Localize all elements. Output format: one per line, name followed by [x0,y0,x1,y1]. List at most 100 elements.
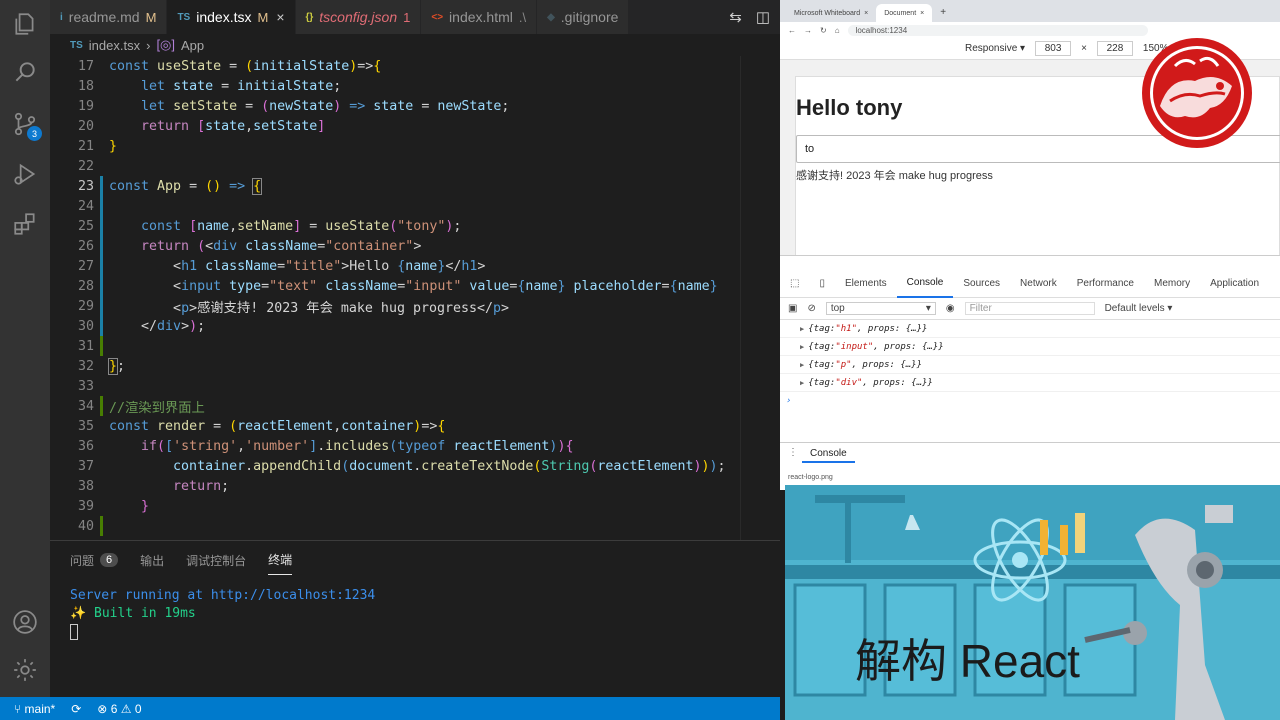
tab-index-tsx[interactable]: TS index.tsx M × [167,0,296,34]
close-icon[interactable]: × [864,10,868,17]
clear-console-icon[interactable]: ⊘ [807,303,815,314]
run-debug-icon[interactable] [0,150,50,198]
json-icon: {} [305,11,314,23]
warning-count: 0 [134,701,142,716]
tab-console[interactable]: Console [896,270,954,298]
status-bar: ⑂ main* ⟳ ⊗ 6 ⚠ 0 [0,697,780,720]
git-branch-icon: ⑂ [14,701,22,716]
tab-performance[interactable]: Performance [1067,270,1144,298]
tab-label: readme.md [68,9,140,25]
tab-terminal[interactable]: 终端 [268,551,293,575]
close-icon[interactable]: × [276,9,284,25]
inspect-icon[interactable]: ⬚ [780,270,809,298]
sync-icon[interactable]: ⟳ [71,702,81,716]
dimension-separator: × [1081,43,1087,54]
tab-readme[interactable]: i readme.md M [50,0,168,34]
console-log-entry[interactable]: ▶ {tag: "h1", props: {…}} [780,320,1280,338]
tab-network[interactable]: Network [1010,270,1067,298]
code-line: 28 <input type="text" className="input" … [50,276,740,296]
url-field[interactable]: localhost:1234 [847,24,1148,36]
tab-application[interactable]: Application [1200,270,1269,298]
browser-tab-label: Microsoft Whiteboard [794,9,861,17]
tab-problems[interactable]: 问题 6 [70,551,119,575]
explorer-icon[interactable] [0,0,50,48]
warning-icon: ⚠ [120,701,132,716]
device-mode-select[interactable]: Responsive ▾ [965,43,1025,54]
eye-icon[interactable]: ◉ [946,303,955,314]
tab-memory[interactable]: Memory [1144,270,1200,298]
tab-sources[interactable]: Sources [953,270,1010,298]
new-tab-icon[interactable]: + [932,7,954,22]
extensions-icon[interactable] [0,200,50,248]
code-line: 20 return [state,setState] [77,118,326,134]
console-toolbar: ▣ ⊘ top ▾ ◉ Filter Default levels ▾ [780,298,1280,320]
breadcrumb-symbol[interactable]: App [181,38,204,53]
source-control-icon[interactable]: 3 [0,100,50,148]
log-levels-select[interactable]: Default levels ▾ [1105,303,1173,314]
code-line: 34//渲染到界面上 [50,396,740,416]
console-prompt[interactable]: › [780,392,1280,410]
account-icon[interactable] [0,598,50,646]
code-line: 17 const useState = (initialState)=>{ [77,58,382,74]
papercut-seal-logo [1142,38,1252,148]
device-toggle-icon[interactable]: ▯ [809,270,835,298]
code-line: 31 [50,336,740,356]
panel-tab-bar: 问题 6 输出 调试控制台 终端 [50,541,780,575]
minimap[interactable] [740,56,780,540]
code-line: 21} [77,138,118,154]
search-icon[interactable] [0,48,50,96]
console-filter-input[interactable]: Filter [964,302,1095,315]
code-line: 24 [50,196,740,216]
tab-output[interactable]: 输出 [140,551,164,575]
browser-tab[interactable]: Microsoft Whiteboard × [786,4,876,22]
tab-error-badge: 1 [403,9,411,25]
activity-bar: 3 [0,0,50,697]
tab-tsconfig[interactable]: {} tsconfig.json 1 [295,0,422,34]
code-line: 18 let state = initialState; [77,78,342,94]
tab-label: 输出 [140,553,165,568]
breadcrumb-file[interactable]: index.tsx [89,38,140,53]
tab-index-html[interactable]: <> index.html .\ [421,0,538,34]
bottom-panel: 问题 6 输出 调试控制台 终端 Server running at http:… [50,540,780,697]
source-control-badge: 3 [27,126,42,141]
code-line: 30 </div>); [50,316,740,336]
code-line: 40 [50,516,740,536]
more-options-icon[interactable]: ⋮ [788,447,798,458]
home-icon[interactable]: ⌂ [835,26,840,35]
viewport-height-input[interactable]: 228 [1096,41,1133,56]
back-icon[interactable]: ← [788,26,796,35]
code-line: 36 if(['string','number'].includes(typeo… [77,438,574,454]
branch-indicator[interactable]: ⑂ main* [14,702,55,716]
code-line: 19 let setState = (newState) => state = … [77,98,510,114]
console-log-entry[interactable]: ▶ {tag: "input", props: {…}} [780,338,1280,356]
tab-elements[interactable]: Elements [835,270,897,298]
console-log-entry[interactable]: ▶ {tag: "div", props: {…}} [780,374,1280,392]
reload-icon[interactable]: ↻ [820,26,827,35]
browser-tab-active[interactable]: Document × [876,4,933,22]
tab-path-badge: .\ [518,9,527,25]
close-icon[interactable]: × [920,10,924,17]
terminal-cursor [70,623,78,640]
tab-gitignore[interactable]: ◆ .gitignore [537,0,630,34]
tab-debug-console[interactable]: 调试控制台 [186,551,246,575]
code-line: 32}; [77,357,126,375]
sidebar-toggle-icon[interactable]: ▣ [788,303,797,314]
drawer-tab-console[interactable]: Console [802,446,855,463]
settings-gear-icon[interactable] [0,646,50,694]
context-select[interactable]: top ▾ [825,302,936,315]
code-line: 23 const App = () => { [50,176,740,196]
code-line: 39 } [77,498,150,514]
problems-indicator[interactable]: ⊗ 6 ⚠ 0 [97,702,141,716]
forward-icon[interactable]: → [804,26,812,35]
viewport-width-input[interactable]: 803 [1035,41,1072,56]
git-icon: ◆ [547,11,555,23]
browser-tab-label: Document [884,9,917,17]
terminal[interactable]: Server running at http://localhost:1234 … [50,575,780,641]
code-editor[interactable]: 17 const useState = (initialState)=>{ 18 … [50,56,740,540]
split-editor-icon[interactable]: ◫ [756,8,770,26]
compare-changes-icon[interactable]: ⇆ [729,8,742,26]
editor-actions: ⇆ ◫ [719,0,780,34]
tab-label: 问题 [70,553,95,568]
console-log-entry[interactable]: ▶ {tag: "p", props: {…}} [780,356,1280,374]
symbol-icon: [◎] [156,37,176,52]
